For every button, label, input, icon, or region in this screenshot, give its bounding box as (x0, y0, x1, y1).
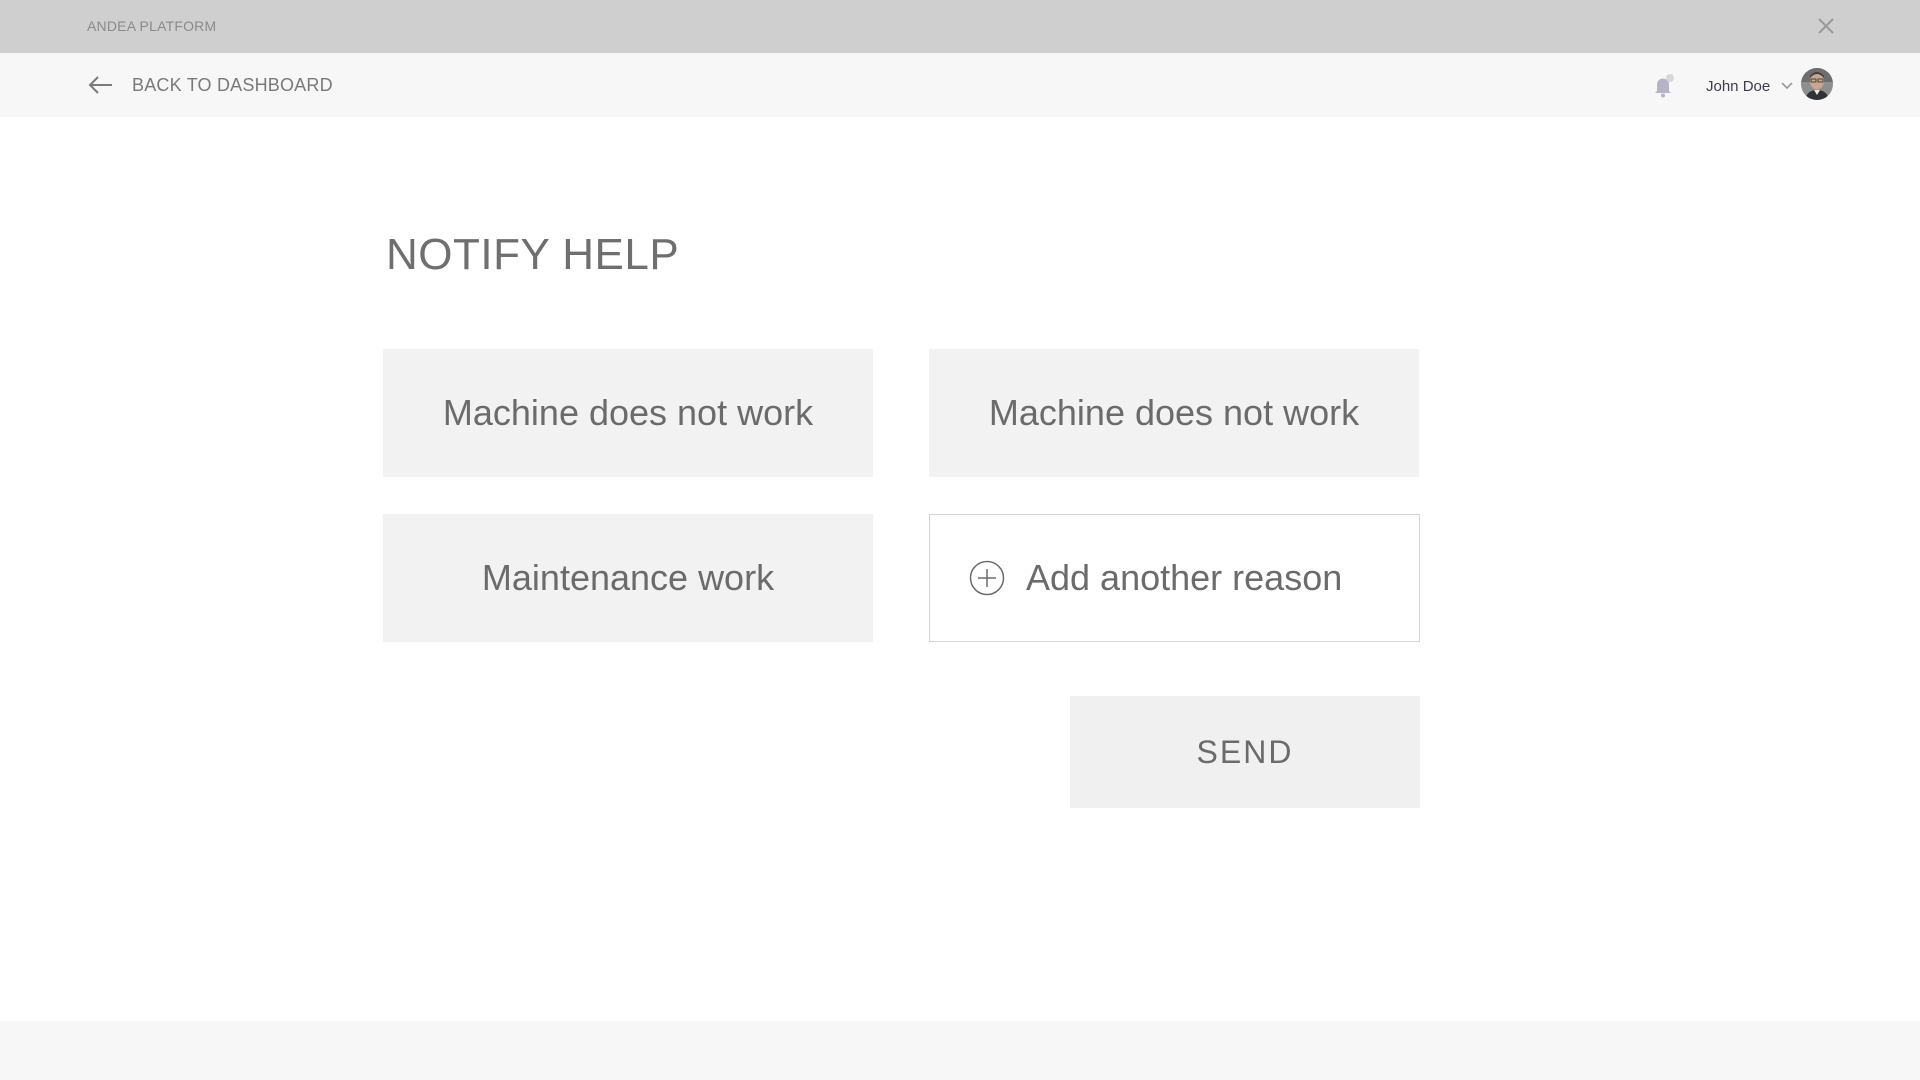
arrow-left-icon (88, 76, 112, 94)
add-reason-button[interactable]: Add another reason (929, 514, 1420, 642)
reason-card-machine-does-not-work[interactable]: Machine does not work (383, 349, 873, 477)
plus-circle-icon (969, 560, 1005, 596)
close-icon[interactable] (1813, 12, 1839, 40)
app-titlebar: ANDEA PLATFORM (0, 0, 1920, 53)
reason-card-maintenance-work[interactable]: Maintenance work (383, 514, 873, 642)
app-name: ANDEA PLATFORM (87, 18, 217, 34)
page-title: NOTIFY HELP (386, 230, 680, 279)
user-name: John Doe (1706, 77, 1771, 95)
back-link-label: BACK TO DASHBOARD (132, 74, 333, 95)
reason-card-machine-does-not-work-2[interactable]: Machine does not work (929, 349, 1419, 477)
top-navbar: BACK TO DASHBOARD John Doe (0, 53, 1920, 117)
back-to-dashboard-link[interactable]: BACK TO DASHBOARD (86, 69, 333, 101)
bell-icon[interactable] (1652, 73, 1676, 99)
avatar[interactable] (1801, 68, 1833, 100)
add-reason-label: Add another reason (1026, 557, 1343, 598)
chevron-down-icon (1781, 82, 1793, 90)
send-button[interactable]: SEND (1070, 696, 1420, 808)
footer (0, 1021, 1920, 1080)
user-menu[interactable]: John Doe (1706, 70, 1794, 102)
